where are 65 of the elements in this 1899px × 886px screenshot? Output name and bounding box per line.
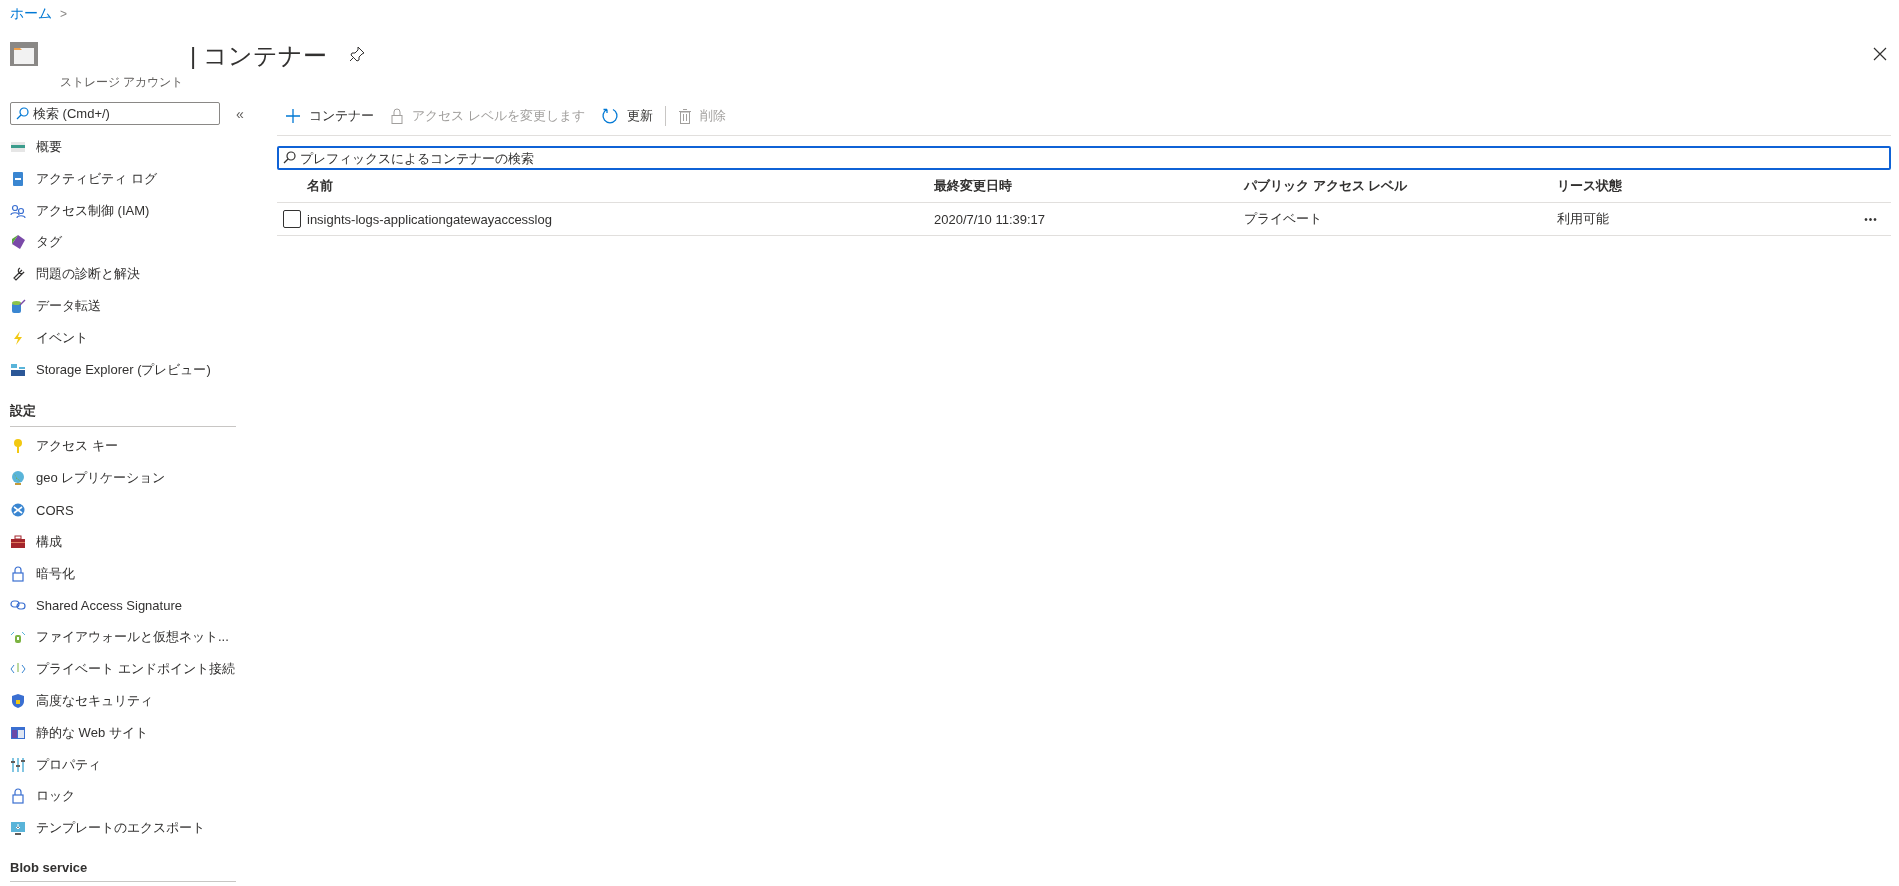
nav-item[interactable]: イベント [10,321,262,354]
nav-item[interactable]: アクセス キー [10,430,262,463]
nav-item[interactable]: 暗号化 [10,557,262,590]
container-search-field[interactable]: プレフィックスによるコンテナーの検索 [277,146,1891,170]
sliders-icon [10,756,26,773]
storage-account-icon [10,42,38,66]
bucket-icon [10,297,26,314]
shield-icon [10,692,26,709]
table-cell-text: プライベート [1244,210,1323,228]
lock-icon [10,788,26,805]
search-icon [283,151,296,164]
explorer-icon [10,361,26,378]
section-title: 設定 [10,395,236,427]
cors-icon [10,502,26,519]
refresh-icon [600,106,619,125]
collapse-button[interactable]: « [236,105,244,122]
table-cell-text: 2020/7/10 11:39:17 [934,211,1047,227]
column-header: 名前 [307,177,334,195]
close-icon[interactable] [1871,45,1889,63]
nav-item[interactable]: ファイアウォールと仮想ネット... [10,621,262,654]
column-header: 最終変更日時 [934,177,1013,195]
nav-item[interactable]: 概要 [10,131,262,163]
trash-icon [677,107,692,124]
resource-type: ストレージ アカウント [59,73,185,91]
nav-item[interactable]: アクティビティ ログ [10,162,262,195]
lock-icon [10,565,26,582]
nav-item[interactable]: テンプレートのエクスポート [10,812,262,845]
nav-item[interactable]: geo レプリケーション [10,462,262,495]
nav-item[interactable]: データ転送 [10,290,262,322]
toolbar-button[interactable]: コンテナー [277,99,382,132]
row-checkbox[interactable] [283,210,301,228]
page-title: | コンテナー [190,41,327,71]
monitor-icon [10,820,26,837]
column-header: リース状態 [1557,177,1623,195]
nav-item[interactable]: Storage Explorer (プレビュー) [10,353,262,386]
globe-icon [10,470,26,487]
table-cell-text: 利用可能 [1557,210,1610,228]
search-icon [16,107,29,120]
nav-item[interactable]: 静的な Web サイト [10,716,262,749]
nav-item[interactable]: Shared Access Signature [10,589,262,622]
breadcrumb-separator: > [60,7,67,21]
toolbox-icon [10,533,26,550]
more-button[interactable]: ••• [1851,213,1891,225]
toolbar-button[interactable]: 更新 [592,99,661,132]
log-icon [10,170,26,187]
nav-item[interactable]: 問題の診断と解決 [10,258,262,291]
section-title: Blob service [10,854,236,883]
nav-item[interactable]: 高度なセキュリティ [10,685,262,717]
tag-icon [10,234,26,251]
website-icon [10,724,26,741]
nav-item[interactable]: ロック [10,780,262,813]
nav-item[interactable]: タグ [10,226,262,259]
people-icon [10,202,26,219]
plus-icon [285,107,301,124]
nav-item[interactable]: CORS [10,494,262,526]
lock-icon [390,107,404,124]
table-cell-text: insights-logs-applicationgatewayaccesslog [307,211,553,227]
column-header: パブリック アクセス レベル [1244,177,1409,195]
search-field[interactable]: 検索 (Cmd+/) [10,102,220,125]
nav-item[interactable]: アクセス制御 (IAM) [10,194,262,227]
firewall-icon [10,629,26,646]
breadcrumb-link[interactable]: ホーム [10,5,52,23]
nav-item[interactable]: プロパティ [10,748,262,781]
nav-item[interactable]: 構成 [10,525,262,558]
nav-item[interactable]: プライベート エンドポイント接続 [10,653,262,685]
